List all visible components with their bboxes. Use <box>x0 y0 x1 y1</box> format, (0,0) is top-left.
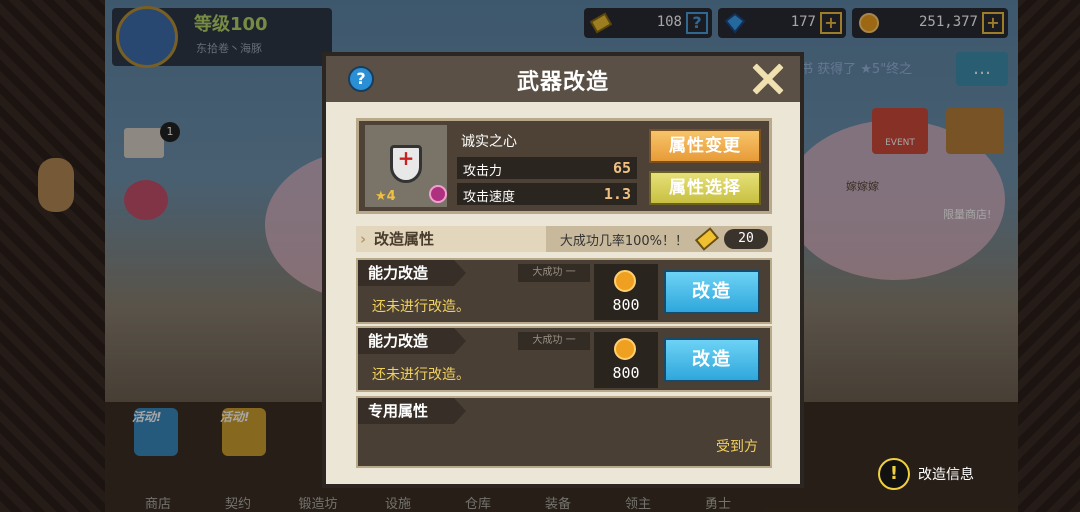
special-attribute-slot: 专用属性 受到方 <box>356 396 772 468</box>
slot-status: 还未进行改造。 <box>372 367 470 383</box>
stat-value: 65 <box>612 159 631 177</box>
cost-value: 800 <box>612 296 640 314</box>
stat-row-attack: 攻击力 65 <box>457 157 637 179</box>
stat-label: 攻击力 <box>463 164 503 179</box>
stat-value: 1.3 <box>603 185 631 203</box>
slot-title: 专用属性 <box>358 398 466 424</box>
modify-slot: 能力改造 还未进行改造。 大成功 一 800 改造 <box>356 258 772 324</box>
stat-row-attack-speed: 攻击速度 1.3 <box>457 183 637 205</box>
weapon-modify-dialog: ? 武器改造 ★4 诚实之心 攻击力 65 攻击速度 1.3 属性变更 属性选择… <box>322 52 804 488</box>
cost-box: 800 <box>594 332 658 388</box>
modify-attribute-header: 改造属性 大成功几率100%！！ 20 <box>356 226 772 252</box>
shield-icon <box>390 145 422 183</box>
cost-value: 800 <box>612 364 640 382</box>
select-attribute-button[interactable]: 属性选择 <box>649 171 761 205</box>
weapon-name: 诚实之心 <box>461 134 517 150</box>
stat-label: 攻击速度 <box>463 190 516 205</box>
info-icon: ! <box>878 458 910 490</box>
weapon-image[interactable]: ★4 <box>365 125 447 207</box>
cost-box: 800 <box>594 264 658 320</box>
change-attribute-button[interactable]: 属性变更 <box>649 129 761 163</box>
recipient-label: 受到方 <box>716 439 758 455</box>
great-success-badge: 大成功 一 <box>518 264 590 282</box>
ticket-count: 20 <box>724 229 768 249</box>
dialog-header: ? 武器改造 <box>326 56 800 102</box>
weapon-card: ★4 诚实之心 攻击力 65 攻击速度 1.3 属性变更 属性选择 <box>356 118 772 214</box>
dialog-title: 武器改造 <box>516 70 609 95</box>
great-success-badge: 大成功 一 <box>518 332 590 350</box>
modify-slot: 能力改造 还未进行改造。 大成功 一 800 改造 <box>356 326 772 392</box>
ticket-icon <box>694 227 720 251</box>
modify-info-button[interactable]: ! 改造信息 <box>878 458 974 490</box>
success-rate-text: 大成功几率100%！！ <box>559 234 688 249</box>
gold-coin-icon <box>614 338 636 360</box>
potential-icon <box>429 185 447 203</box>
slot-title: 能力改造 <box>358 260 466 286</box>
gold-coin-icon <box>614 270 636 292</box>
modify-button[interactable]: 改造 <box>664 338 760 382</box>
section-title: 改造属性 <box>356 226 546 252</box>
section-bar: 大成功几率100%！！ 20 <box>546 226 772 252</box>
slot-title: 能力改造 <box>358 328 466 354</box>
modify-info-label: 改造信息 <box>918 467 974 483</box>
slot-status: 还未进行改造。 <box>372 299 470 315</box>
modify-button[interactable]: 改造 <box>664 270 760 314</box>
weapon-star-rating: ★4 <box>375 189 396 204</box>
close-icon[interactable] <box>750 62 784 96</box>
